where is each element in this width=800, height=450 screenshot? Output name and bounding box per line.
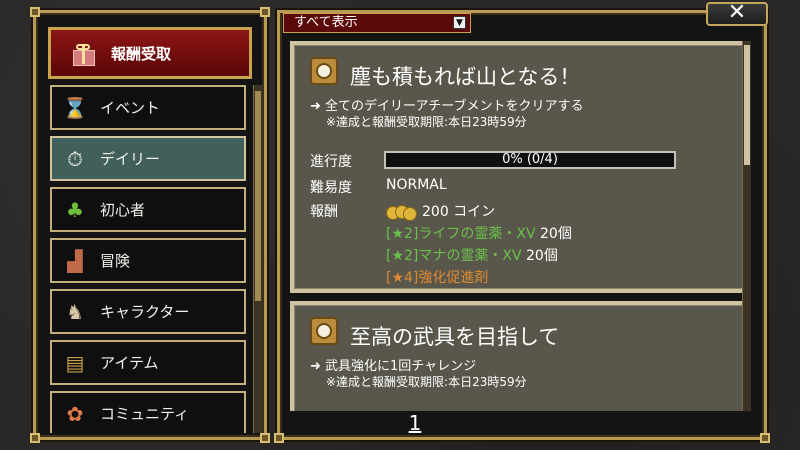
- category-item-daily[interactable]: ⏱ デイリー: [50, 136, 246, 181]
- category-label: 初心者: [100, 201, 146, 219]
- category-label: キャラクター: [100, 303, 190, 321]
- achievement-description: ➜ 全てのデイリーアチーブメントをクリアする: [310, 99, 584, 114]
- category-label: デイリー: [100, 150, 161, 168]
- scrollbar-thumb[interactable]: [255, 91, 261, 301]
- difficulty-value: NORMAL: [386, 177, 447, 193]
- achievement-title: 至高の武具を目指して: [350, 325, 560, 349]
- achievement-description: ➜ 武具強化に1回チャレンジ: [310, 359, 477, 374]
- reward-coin-text: 200 コイン: [422, 204, 496, 220]
- achievement-scrollbar[interactable]: [742, 41, 751, 411]
- coin-icon: [386, 205, 417, 221]
- claim-reward-button[interactable]: 報酬受取: [48, 27, 252, 79]
- boot-icon: ▟: [67, 248, 83, 273]
- reward-item-name: [★2]マナの霊薬・XV: [386, 248, 522, 264]
- frame-corner: [260, 433, 270, 443]
- reward-item-name: [★4]強化促進剤: [386, 270, 489, 286]
- category-item-adventure[interactable]: ▟ 冒険: [50, 238, 246, 283]
- progress-text: 0% (0/4): [502, 152, 558, 167]
- category-item-item[interactable]: ▤ アイテム: [50, 340, 246, 385]
- scrollbar-thumb[interactable]: [744, 45, 750, 165]
- reward-label: 報酬: [310, 204, 338, 220]
- filter-dropdown[interactable]: すべて表示 ▼: [283, 13, 471, 33]
- category-label: イベント: [100, 99, 161, 117]
- gift-icon: [71, 42, 95, 66]
- frame-corner: [760, 433, 770, 443]
- difficulty-label: 難易度: [310, 180, 352, 196]
- category-label: コミュニティ: [100, 405, 190, 423]
- category-item-community[interactable]: ✿ コミュニティ: [50, 391, 246, 433]
- frame-corner: [274, 433, 284, 443]
- filter-label: すべて表示: [294, 15, 358, 30]
- reward-coin: 200 コイン: [386, 201, 495, 221]
- hourglass-icon: ⌛: [62, 95, 88, 120]
- frame-corner: [30, 7, 40, 17]
- achievement-card: 至高の武具を目指して ➜ 武具強化に1回チャレンジ ※達成と報酬受取期限:本日2…: [290, 301, 750, 411]
- progress-bar: 0% (0/4): [384, 151, 676, 169]
- category-scrollbar[interactable]: [253, 85, 262, 433]
- achievement-card: 塵も積もれば山となる！ ➜ 全てのデイリーアチーブメントをクリアする ※達成と報…: [290, 41, 750, 293]
- category-menu: ⌛ イベント ⏱ デイリー ♣ 初心者 ▟ 冒険 ♞ キャラクター ▤ アイテム…: [50, 85, 246, 433]
- reward-item: [★2]ライフの霊薬・XV 20個: [386, 223, 572, 243]
- reward-item-name: [★2]ライフの霊薬・XV: [386, 226, 536, 242]
- dropdown-arrow-icon: ▼: [453, 16, 466, 29]
- reward-item: [★2]マナの霊薬・XV 20個: [386, 245, 558, 265]
- stopwatch-icon: [310, 57, 338, 85]
- progress-label: 進行度: [310, 154, 352, 170]
- frame-corner: [30, 433, 40, 443]
- achievement-deadline: ※達成と報酬受取期限:本日23時59分: [326, 375, 527, 389]
- page-number[interactable]: 1: [400, 411, 430, 435]
- frame-corner: [260, 7, 270, 17]
- handshake-icon: ✿: [66, 401, 84, 426]
- reward-item-qty: 20個: [540, 226, 572, 242]
- close-button[interactable]: ✕: [706, 2, 768, 26]
- character-icon: ♞: [66, 299, 84, 324]
- achievement-title: 塵も積もれば山となる！: [350, 65, 581, 89]
- achievement-panel: すべて表示 ▼ 塵も積もれば山となる！ ➜ 全てのデイリーアチーブメントをクリア…: [274, 10, 770, 443]
- achievement-list: 塵も積もれば山となる！ ➜ 全てのデイリーアチーブメントをクリアする ※達成と報…: [290, 41, 750, 411]
- category-label: アイテム: [100, 354, 159, 372]
- close-icon: ✕: [727, 0, 747, 25]
- stopwatch-icon: [310, 317, 338, 345]
- reward-item-qty: 20個: [526, 248, 558, 264]
- claim-reward-label: 報酬受取: [111, 44, 172, 63]
- stopwatch-icon: ⏱: [67, 146, 83, 171]
- category-panel: 報酬受取 ⌛ イベント ⏱ デイリー ♣ 初心者 ▟ 冒険 ♞ キャラクター ▤…: [30, 7, 270, 443]
- category-label: 冒険: [100, 252, 131, 270]
- achievement-deadline: ※達成と報酬受取期限:本日23時59分: [326, 115, 527, 129]
- category-item-beginner[interactable]: ♣ 初心者: [50, 187, 246, 232]
- item-bag-icon: ▤: [65, 350, 85, 375]
- sprout-icon: ♣: [66, 197, 84, 222]
- category-item-event[interactable]: ⌛ イベント: [50, 85, 246, 130]
- reward-item: [★4]強化促進剤: [386, 267, 488, 287]
- category-item-character[interactable]: ♞ キャラクター: [50, 289, 246, 334]
